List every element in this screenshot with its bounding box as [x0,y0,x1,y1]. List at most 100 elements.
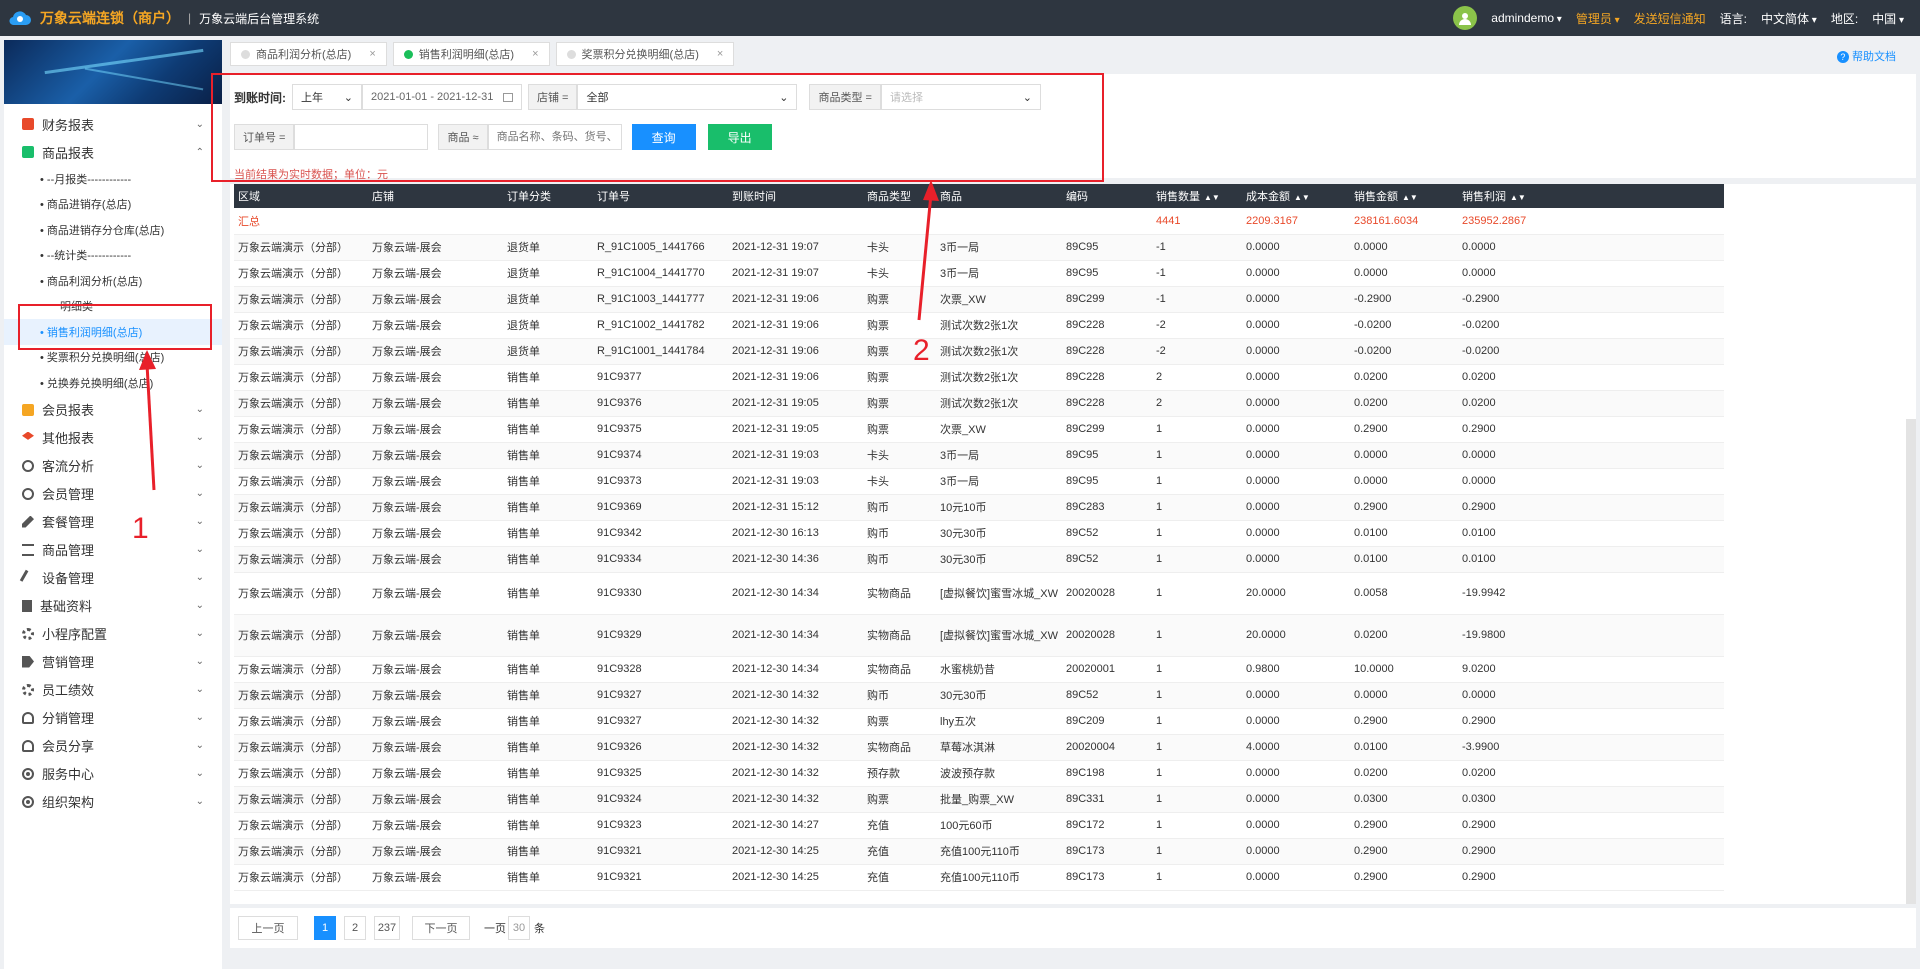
vertical-scrollbar[interactable] [1906,419,1916,904]
cell-order-no: 91C9327 [593,682,728,709]
sidebar-item-device-manage[interactable]: 设备管理 ⌄ [4,564,222,592]
cell-sales: 0.0100 [1350,734,1458,761]
table-row[interactable]: 万象云端演示（分部） 万象云端-展会 销售单 91C9324 2021-12-30 14… [234,786,1724,813]
table-row[interactable]: 万象云端演示（分部） 万象云端-展会 退货单 R_91C1004_1441770 202… [234,260,1724,287]
sidebar-item-marketing[interactable]: 营销管理 ⌄ [4,648,222,676]
sidebar-sub-goods-inventory[interactable]: • 商品进销存(总店) [4,192,222,218]
table-row[interactable]: 万象云端演示（分部） 万象云端-展会 销售单 91C9375 2021-12-31 19… [234,416,1724,443]
cell-store: 万象云端-展会 [368,682,503,709]
cell-qty: 1 [1152,572,1242,615]
sidebar-item-member-manage[interactable]: 会员管理 ⌄ [4,480,222,508]
table-row[interactable]: 万象云端演示（分部） 万象云端-展会 销售单 91C9377 2021-12-31 19… [234,364,1724,391]
cell-order-no: 91C9324 [593,786,728,813]
sort-icon[interactable]: ▲▼ [1204,193,1220,202]
table-row[interactable]: 万象云端演示（分部） 万象云端-展会 销售单 91C9326 2021-12-30 14… [234,734,1724,761]
sidebar-item-member-share[interactable]: 会员分享 ⌄ [4,732,222,760]
sidebar-item-traffic-analysis[interactable]: 客流分析 ⌄ [4,452,222,480]
table-row[interactable]: 万象云端演示（分部） 万象云端-展会 销售单 91C9327 2021-12-30 14… [234,682,1724,709]
sidebar-item-distribution[interactable]: 分销管理 ⌄ [4,704,222,732]
sidebar-item-finance-report[interactable]: 财务报表 ⌄ [4,110,222,138]
cell-qty: 1 [1152,520,1242,547]
cell-arrival-time: 2021-12-30 14:32 [728,708,863,735]
col-header-qty[interactable]: 销售数量 ▲▼ [1152,184,1242,208]
table-row[interactable]: 万象云端演示（分部） 万象云端-展会 销售单 91C9323 2021-12-30 14… [234,812,1724,839]
tab-sales-profit-detail[interactable]: 销售利润明细(总店) × [392,42,550,66]
table-row[interactable]: 万象云端演示（分部） 万象云端-展会 退货单 R_91C1003_1441777 202… [234,286,1724,313]
next-page-button[interactable]: 下一页 [412,916,470,940]
cell-cost: 0.0000 [1242,708,1350,735]
sidebar-sub-voucher-exchange[interactable]: • 兑换券兑换明细(总店) [4,370,222,396]
sms-notice-link[interactable]: 发送短信通知 [1634,10,1706,27]
sort-icon[interactable]: ▲▼ [1402,193,1418,202]
sidebar-item-service-center[interactable]: 服务中心 ⌄ [4,760,222,788]
col-header-profit[interactable]: 销售利润 ▲▼ [1458,184,1724,208]
cell-region: 万象云端演示（分部） [234,838,368,865]
table-row[interactable]: 万象云端演示（分部） 万象云端-展会 销售单 91C9369 2021-12-31 15… [234,494,1724,521]
close-icon[interactable]: × [532,48,538,60]
table-row[interactable]: 万象云端演示（分部） 万象云端-展会 销售单 91C9329 2021-12-30 14… [234,614,1724,657]
table-row[interactable]: 万象云端演示（分部） 万象云端-展会 退货单 R_91C1002_1441782 202… [234,312,1724,339]
sidebar-item-other-report[interactable]: 其他报表 ⌄ [4,424,222,452]
sidebar-item-staff-performance[interactable]: 员工绩效 ⌄ [4,676,222,704]
sidebar-item-label: 会员报表 [42,403,95,418]
cell-profit: 0.2900 [1458,494,1724,521]
table-row[interactable]: 万象云端演示（分部） 万象云端-展会 销售单 91C9374 2021-12-31 19… [234,442,1724,469]
sidebar-item-package-manage[interactable]: 套餐管理 ⌄ [4,508,222,536]
cell-code: 89C172 [1062,812,1152,839]
table-row[interactable]: 万象云端演示（分部） 万象云端-展会 销售单 91C9330 2021-12-30 14… [234,572,1724,615]
cell-profit: 0.2900 [1458,812,1724,839]
table-row[interactable]: 万象云端演示（分部） 万象云端-展会 销售单 91C9376 2021-12-31 19… [234,390,1724,417]
sort-icon[interactable]: ▲▼ [1294,193,1310,202]
sidebar-item-basic-data[interactable]: 基础资料 ⌄ [4,592,222,620]
cell-goods: 草莓冰淇淋 [936,734,1062,761]
table-row[interactable]: 万象云端演示（分部） 万象云端-展会 销售单 91C9325 2021-12-30 14… [234,760,1724,787]
cell-arrival-time: 2021-12-30 14:32 [728,682,863,709]
cell-qty: -1 [1152,286,1242,313]
page-button[interactable]: 1 [314,916,336,940]
sidebar-item-goods-manage[interactable]: 商品管理 ⌄ [4,536,222,564]
sidebar: 财务报表 ⌄ 商品报表 ⌃ • --月报类------------ • 商品进销存(… [4,40,222,969]
page-button[interactable]: 237 [374,916,400,940]
user-menu[interactable]: admindemo [1491,11,1562,25]
sidebar-item-miniprogram-config[interactable]: 小程序配置 ⌄ [4,620,222,648]
role-menu[interactable]: 管理员 [1576,10,1620,27]
table-row[interactable]: 万象云端演示（分部） 万象云端-展会 销售单 91C9328 2021-12-30 14… [234,656,1724,683]
cell-arrival-time: 2021-12-31 19:06 [728,312,863,339]
page-tabs: 商品利润分析(总店) × 销售利润明细(总店) × 奖票积分兑换明细(总店) × [230,42,735,66]
close-icon[interactable]: × [369,48,375,60]
cell-order-type: 销售单 [503,682,593,709]
page-button[interactable]: 2 [344,916,366,940]
region-select[interactable]: 中国 [1872,10,1904,27]
table-row[interactable]: 万象云端演示（分部） 万象云端-展会 退货单 R_91C1005_1441766 202… [234,234,1724,261]
sort-icon[interactable]: ▲▼ [1510,193,1526,202]
logo: 万象云端连锁（商户） | 万象云端后台管理系统 [8,8,319,28]
sidebar-sub-goods-inventory-warehouse[interactable]: • 商品进销存分仓库(总店) [4,217,222,243]
help-link[interactable]: ? 帮助文档 [1836,48,1896,64]
cell-sales: 0.0000 [1350,468,1458,495]
per-page-input[interactable]: 30 [508,916,530,940]
col-header-cost[interactable]: 成本金额 ▲▼ [1242,184,1350,208]
table-row[interactable]: 万象云端演示（分部） 万象云端-展会 销售单 91C9342 2021-12-30 16… [234,520,1724,547]
cell-sales: 0.0100 [1350,520,1458,547]
tab-ticket-points-exchange[interactable]: 奖票积分兑换明细(总店) × [555,42,735,66]
avatar[interactable] [1453,6,1478,30]
table-row[interactable]: 万象云端演示（分部） 万象云端-展会 销售单 91C9321 2021-12-30 14… [234,864,1724,891]
cell-code: 89C228 [1062,390,1152,417]
language-select[interactable]: 中文简体 [1761,10,1817,27]
prev-page-button[interactable]: 上一页 [238,916,298,940]
cell-cost: 20.0000 [1242,614,1350,657]
tab-goods-profit-analysis[interactable]: 商品利润分析(总店) × [230,42,387,66]
col-header-sales[interactable]: 销售金额 ▲▼ [1350,184,1458,208]
sidebar-item-org-structure[interactable]: 组织架构 ⌄ [4,788,222,816]
sidebar-sub-goods-profit-analysis[interactable]: • 商品利润分析(总店) [4,268,222,294]
table-row[interactable]: 万象云端演示（分部） 万象云端-展会 销售单 91C9334 2021-12-30 14… [234,546,1724,573]
table-row[interactable]: 万象云端演示（分部） 万象云端-展会 销售单 91C9327 2021-12-30 14… [234,708,1724,735]
sidebar-item-goods-report[interactable]: 商品报表 ⌃ [4,138,222,166]
sidebar-item-label: 套餐管理 [42,515,95,530]
table-row[interactable]: 万象云端演示（分部） 万象云端-展会 销售单 91C9321 2021-12-30 14… [234,838,1724,865]
sidebar-item-member-report[interactable]: 会员报表 ⌄ [4,396,222,424]
close-icon[interactable]: × [717,48,723,60]
table-row[interactable]: 万象云端演示（分部） 万象云端-展会 销售单 91C9373 2021-12-31 19… [234,468,1724,495]
table-row[interactable]: 万象云端演示（分部） 万象云端-展会 退货单 R_91C1001_1441784 202… [234,338,1724,365]
tab-label: 销售利润明细(总店) [418,49,515,61]
